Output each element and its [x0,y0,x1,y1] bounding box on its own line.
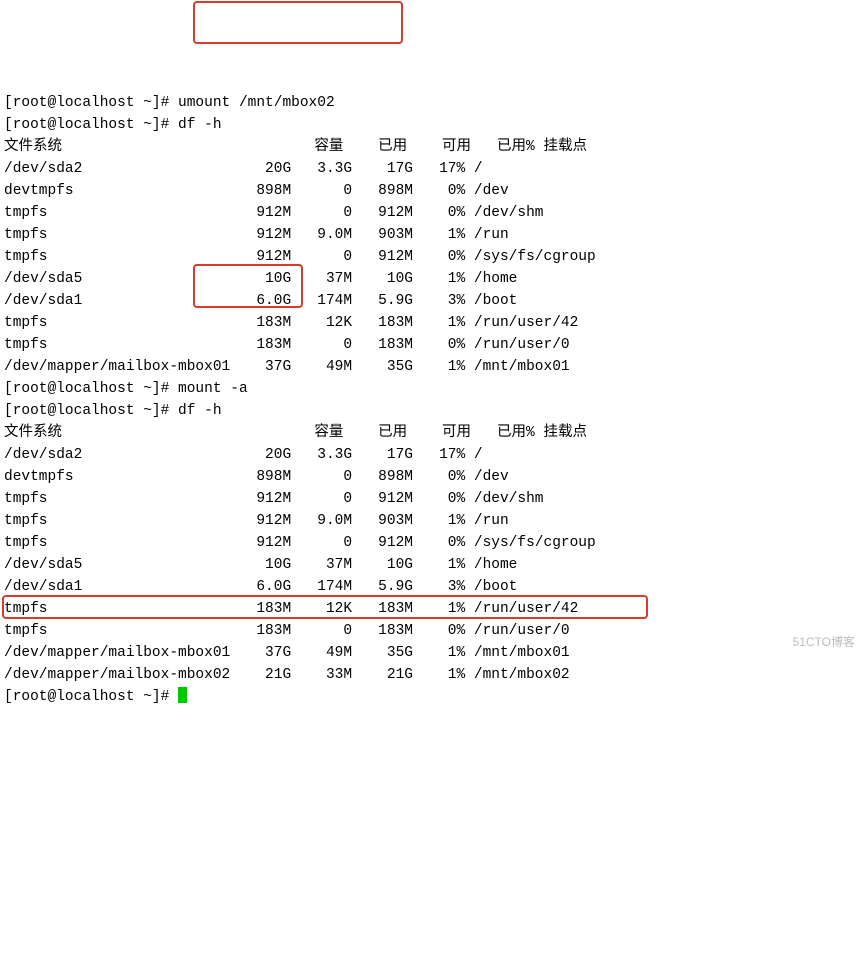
highlight-umount-dfh [193,1,403,44]
cursor [178,687,187,703]
watermark: 51CTO博客 [793,631,855,653]
terminal-output: [root@localhost ~]# umount /mnt/mbox02 [… [4,92,857,708]
